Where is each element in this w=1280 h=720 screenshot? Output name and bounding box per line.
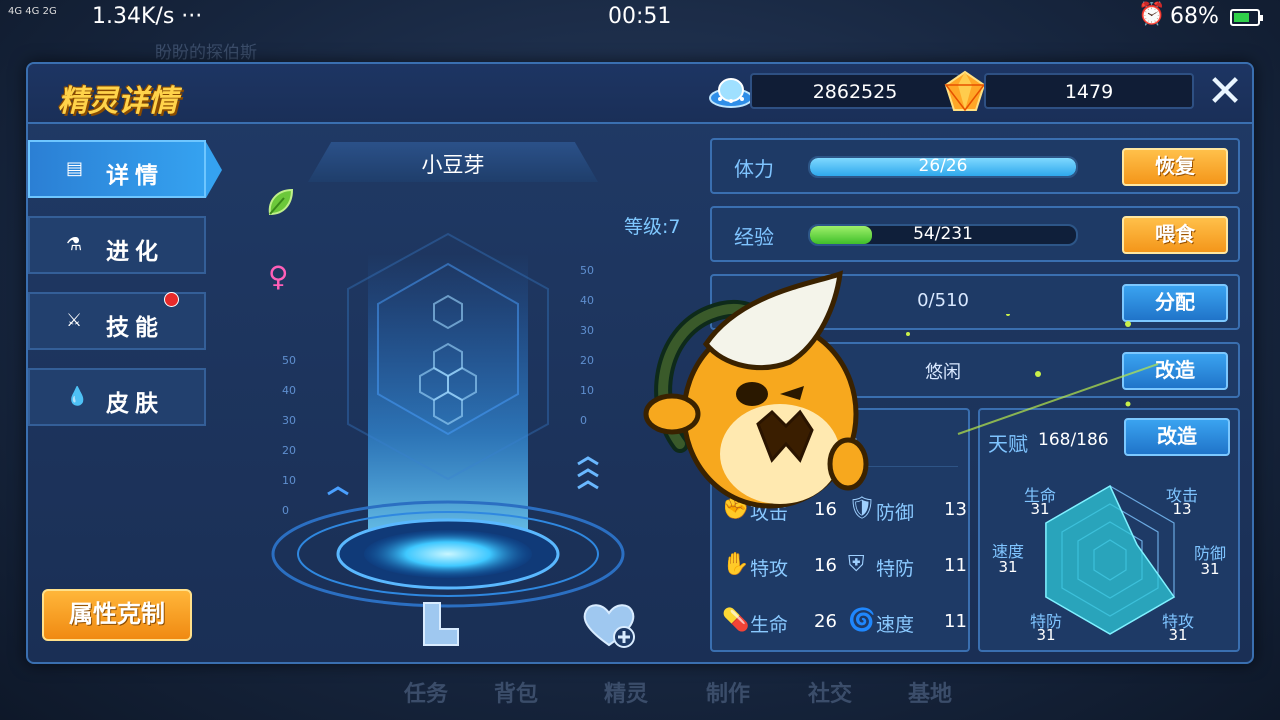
stat-value: 11: [944, 611, 967, 632]
coins-value: 2862525: [812, 81, 898, 103]
radar-value: 31: [998, 558, 1018, 576]
radar-value: 31: [1200, 560, 1220, 578]
diamonds-value: 1479: [1064, 81, 1114, 103]
bg-nav-item: 制作: [706, 682, 751, 707]
hp-icon: 💊: [722, 608, 750, 633]
pet-detail-panel: 精灵详情 2862525 1479 ✕ ▤ 详情 ⚗ 进化 ⚔ 技能 💧 皮肤 …: [26, 62, 1254, 664]
talent-panel: 天赋 168/186 改造 生命 31 攻击 13 防御 31 特攻 31 特防…: [978, 408, 1240, 652]
pet-level: 等级:7: [624, 216, 681, 238]
scale-label: 50: [282, 354, 296, 367]
scale-label: 0: [580, 414, 587, 427]
pet-name: 小豆芽: [421, 153, 485, 177]
stat-name: 特防: [876, 558, 915, 580]
sp-defense-icon: ⛨: [848, 552, 865, 577]
close-x-icon[interactable]: ✕: [1204, 70, 1246, 114]
notification-badge: [164, 292, 179, 307]
battery-percent: 68%: [1170, 4, 1219, 29]
stamina-row: 体力 26/26 恢复: [710, 138, 1240, 194]
pet-creature-image: [643, 270, 869, 509]
modify-nature-button[interactable]: 改造: [1122, 352, 1228, 390]
speed-icon: 🌀: [848, 608, 876, 633]
network-speed: 1.34K/s ···: [92, 4, 203, 29]
scale-label: 50: [580, 264, 594, 277]
status-bar: 4G 4G 2G 1.34K/s ··· 00:51 ⏰ 68%: [0, 0, 1280, 36]
panel-title: 精灵详情: [58, 84, 178, 119]
bg-nav-item: 社交: [808, 682, 853, 707]
stamina-label: 体力: [734, 157, 774, 181]
stat-hp: 💊 生命 26: [722, 608, 837, 638]
sp-attack-icon: ✋: [722, 552, 750, 577]
stat-value: 11: [944, 555, 967, 576]
type-chart-button[interactable]: 属性克制: [42, 589, 192, 641]
drop-icon: 💧: [66, 386, 89, 407]
clock: 00:51: [608, 4, 672, 29]
battery-icon: [1230, 9, 1263, 26]
stat-value: 13: [944, 499, 967, 520]
heart-plus-icon[interactable]: [580, 599, 638, 649]
stat-name: 速度: [876, 614, 915, 636]
alarm-icon: ⏰: [1138, 2, 1166, 27]
restore-button[interactable]: 恢复: [1122, 148, 1228, 186]
scale-label: 0: [282, 504, 289, 517]
tab-details[interactable]: ▤ 详情: [28, 140, 222, 198]
tab-skills[interactable]: ⚔ 技能: [28, 292, 206, 350]
feed-button[interactable]: 喂食: [1122, 216, 1228, 254]
currency-diamonds: 1479: [984, 73, 1194, 109]
leaf-icon: [268, 188, 294, 216]
sword-icon: ⚔: [66, 310, 83, 331]
scale-label: 20: [282, 444, 296, 457]
stat-sp-attack: ✋ 特攻 16: [722, 552, 837, 582]
tab-label: 进化: [106, 239, 164, 265]
diamond-icon: [944, 70, 986, 112]
female-icon: ♀: [268, 260, 289, 293]
ufo-coin-icon: [709, 78, 753, 108]
scale-label: 20: [580, 354, 594, 367]
tab-skins[interactable]: 💧 皮肤: [28, 368, 206, 426]
scale-label: 10: [282, 474, 296, 487]
stat-sp-defense: ⛨ 特防 11: [848, 552, 968, 582]
flask-icon: ⚗: [66, 234, 83, 255]
currency-coins: 2862525: [750, 73, 960, 109]
stat-name: 防御: [876, 502, 915, 524]
background-player-name: 盼盼的探伯斯: [155, 43, 257, 63]
tab-evolve[interactable]: ⚗ 进化: [28, 216, 206, 274]
document-icon: ▤: [66, 158, 84, 179]
stat-speed: 🌀 速度 11: [848, 608, 968, 638]
talent-value: 168/186: [1038, 430, 1109, 450]
stamina-value: 26/26: [918, 156, 968, 176]
pet-name-plate: 小豆芽: [308, 142, 598, 182]
stat-value: 26: [814, 611, 837, 632]
scale-label: 30: [282, 414, 296, 427]
network-indicator: 4G 4G 2G: [8, 6, 57, 17]
radar-value: 31: [1168, 626, 1188, 644]
exp-label: 经验: [734, 225, 774, 249]
boot-icon[interactable]: [416, 599, 466, 649]
bg-nav-item: 背包: [494, 682, 539, 707]
stat-name: 生命: [750, 614, 789, 636]
tab-label: 技能: [106, 315, 164, 341]
scale-label: 40: [580, 294, 594, 307]
radar-value: 31: [1036, 626, 1056, 644]
tab-label: 皮肤: [106, 391, 164, 417]
scale-label: 40: [282, 384, 296, 397]
scale-label: 30: [580, 324, 594, 337]
radar-value: 13: [1172, 500, 1192, 518]
bg-nav-item: 任务: [404, 682, 449, 707]
stat-value: 16: [814, 555, 837, 576]
bg-nav-item: 基地: [908, 682, 953, 707]
exp-value: 54/231: [913, 224, 973, 244]
title-bar: 精灵详情 2862525 1479 ✕: [28, 64, 1252, 124]
background-nav: 任务 背包 精灵 制作 社交 基地: [390, 672, 990, 712]
stat-name: 特攻: [750, 558, 789, 580]
bg-nav-item: 精灵: [604, 682, 649, 707]
tab-label: 详情: [106, 163, 164, 189]
talent-label: 天赋: [988, 432, 1028, 456]
pet-stage: [271, 232, 625, 608]
allocate-button[interactable]: 分配: [1122, 284, 1228, 322]
scale-label: 10: [580, 384, 594, 397]
radar-value: 31: [1030, 500, 1050, 518]
modify-talent-button[interactable]: 改造: [1124, 418, 1230, 456]
